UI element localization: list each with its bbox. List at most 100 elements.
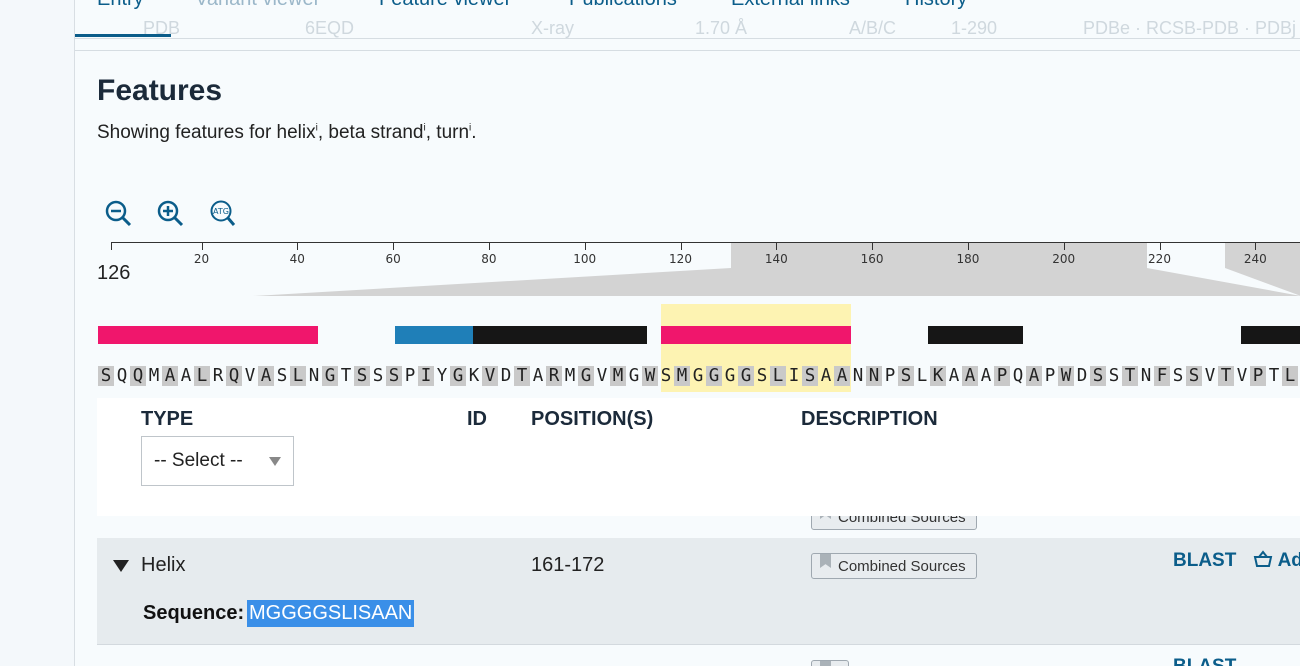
tab-variant-viewer[interactable]: Variant viewer xyxy=(195,0,320,11)
add-label: Add xyxy=(1277,550,1300,571)
residue: D xyxy=(500,366,512,386)
source-badge: Combined Sources xyxy=(811,516,977,530)
row-type: Beta strand xyxy=(141,516,238,522)
residue: A xyxy=(532,366,544,386)
residue: T xyxy=(340,366,352,386)
ruler-tick xyxy=(680,242,682,250)
ruler-tick xyxy=(1063,242,1065,250)
tab-external-links[interactable]: External links xyxy=(731,0,850,11)
helix-track[interactable] xyxy=(98,326,318,344)
ruler-tick-label: 200 xyxy=(1052,252,1076,266)
zoom-out-icon[interactable] xyxy=(105,200,135,228)
residue: S xyxy=(756,366,768,386)
ruler-tick-label: 80 xyxy=(481,252,497,266)
blast-link[interactable]: BLAST xyxy=(1173,550,1236,572)
tab-entry[interactable]: Entry xyxy=(97,0,144,11)
residue: W xyxy=(1058,366,1074,386)
blast-link[interactable]: BLAST xyxy=(1173,656,1236,666)
sequence-value[interactable]: MGGGGSLISAAN xyxy=(247,600,415,627)
ghost-chain: A/B/C xyxy=(849,18,897,38)
residue: P xyxy=(884,366,896,386)
residue: S xyxy=(98,366,114,386)
zoom-in-icon[interactable] xyxy=(157,200,187,228)
residue: R xyxy=(212,366,224,386)
add-to-basket[interactable]: Add xyxy=(1253,550,1300,572)
table-row[interactable]: Beta strand 149-159 Combined Sources xyxy=(97,516,1300,539)
ruler-tick xyxy=(872,242,874,250)
ruler-tick-label: 100 xyxy=(573,252,597,266)
feature-table-header: TYPE ID POSITION(S) DESCRIPTION -- Selec… xyxy=(97,398,1300,516)
residue: R xyxy=(546,366,562,386)
residue: G xyxy=(578,366,594,386)
section-title: Features xyxy=(97,74,223,107)
ghost-db: PDB xyxy=(143,18,181,38)
basket-icon xyxy=(1253,550,1273,567)
col-type: TYPE xyxy=(141,408,194,430)
residue: N xyxy=(852,366,864,386)
col-description: DESCRIPTION xyxy=(801,408,938,430)
ruler-tick-label: 220 xyxy=(1148,252,1171,266)
tab-feature-viewer[interactable]: Feature viewer xyxy=(379,0,511,11)
residue: A xyxy=(180,366,192,386)
residue: S xyxy=(802,366,818,386)
info-icon[interactable]: i xyxy=(424,123,426,134)
subtitle-prefix: Showing features for xyxy=(97,122,277,143)
subtitle-turn: turn xyxy=(436,122,470,143)
source-badge xyxy=(811,660,849,666)
ruler-tick-label: 20 xyxy=(193,252,210,266)
residue: S xyxy=(1090,366,1106,386)
collapse-caret-icon[interactable] xyxy=(113,560,129,572)
residue: P xyxy=(404,366,416,386)
atg-zoom-icon[interactable]: ATG xyxy=(209,200,239,228)
strand-track[interactable] xyxy=(395,326,473,344)
features-panel: Entry Variant viewer Feature viewer Publ… xyxy=(74,0,1300,666)
tab-publications[interactable]: Publications xyxy=(569,0,677,11)
zoom-window[interactable] xyxy=(731,242,1147,268)
turn-track[interactable] xyxy=(473,326,647,344)
tab-history[interactable]: History xyxy=(905,0,967,11)
turn-track[interactable] xyxy=(928,326,1023,344)
ghost-positions: 1-290 xyxy=(951,18,998,38)
residue: A xyxy=(948,366,960,386)
residue: A xyxy=(1026,366,1042,386)
table-row[interactable]: Helix 161-172 Combined Sources BLAST Add xyxy=(97,538,1300,595)
sequence-detail-row: Sequence: MGGGGSLISAAN xyxy=(97,594,1300,645)
residue: W xyxy=(642,366,658,386)
atg-label: ATG xyxy=(213,207,229,216)
type-filter-select[interactable]: -- Select -- xyxy=(141,436,294,486)
residue: T xyxy=(1122,366,1138,386)
residue: N xyxy=(866,366,882,386)
residue: A xyxy=(834,366,850,386)
residue: Q xyxy=(116,366,128,386)
badge-label: Combined Sources xyxy=(838,516,966,526)
residue: A xyxy=(962,366,978,386)
residue: V xyxy=(482,366,498,386)
turn-track[interactable] xyxy=(1241,326,1300,344)
residue: S xyxy=(386,366,402,386)
helix-track[interactable] xyxy=(661,326,851,344)
sequence-ruler[interactable]: 20 40 60 80 100 120 140 160 180 200 220 240 126 xyxy=(97,240,1300,300)
residue: M xyxy=(148,366,160,386)
residue: L xyxy=(194,366,210,386)
source-badge: Combined Sources xyxy=(811,553,977,579)
table-row[interactable]: BLAST xyxy=(97,646,1300,666)
residue: A xyxy=(162,366,178,386)
ruler-tick xyxy=(584,242,586,250)
residue: L xyxy=(916,366,928,386)
residue: G xyxy=(738,366,754,386)
sequence-track: SQQMAALRQVASLNGTSSSPIYGKVDTARMGVMGWSMGGG… xyxy=(98,366,1300,386)
residue: P xyxy=(994,366,1010,386)
info-icon[interactable]: i xyxy=(316,123,318,134)
residue: D xyxy=(1076,366,1088,386)
info-icon[interactable]: i xyxy=(469,123,471,134)
col-positions: POSITION(S) xyxy=(531,408,654,430)
residue: M xyxy=(610,366,626,386)
residue: S xyxy=(372,366,384,386)
row-type: Helix xyxy=(141,554,186,576)
bookmark-icon xyxy=(820,516,831,519)
residue: S xyxy=(660,366,672,386)
ruler-tick-label: 160 xyxy=(860,252,884,266)
residue: T xyxy=(514,366,530,386)
select-value: -- Select -- xyxy=(154,450,243,471)
ruler-tick-label: 60 xyxy=(385,252,401,266)
